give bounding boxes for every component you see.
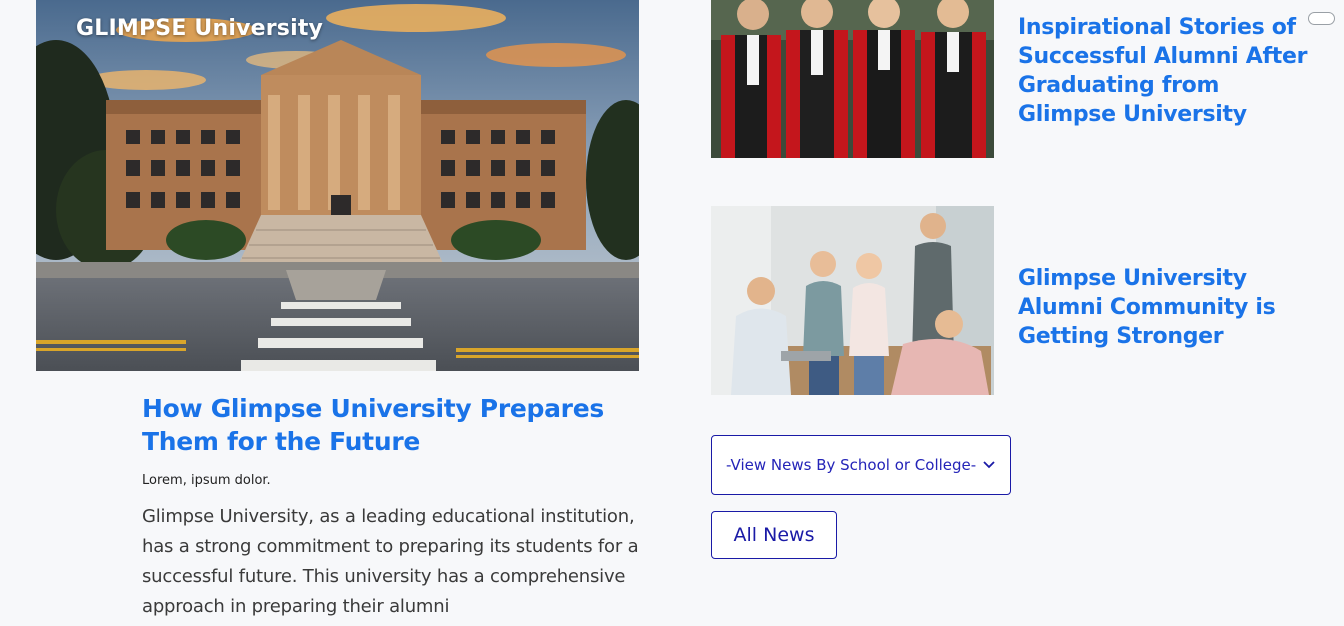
main-article-title[interactable]: How Glimpse University Prepares Them for… bbox=[142, 392, 652, 458]
graduates-photo bbox=[711, 0, 994, 158]
school-college-select-value: -View News By School or College- bbox=[726, 456, 977, 474]
hero-image: GLIMPSE University bbox=[36, 0, 639, 371]
chevron-down-icon bbox=[982, 458, 996, 472]
side-news-title-1[interactable]: Inspirational Stories of Successful Alum… bbox=[1018, 13, 1318, 129]
side-news-thumbnail-1[interactable] bbox=[711, 0, 994, 158]
toggle-switch[interactable] bbox=[1308, 12, 1335, 25]
side-news-thumbnail-2[interactable] bbox=[711, 206, 994, 395]
main-article-meta: Lorem, ipsum dolor. bbox=[142, 473, 271, 488]
main-article-excerpt: Glimpse University, as a leading educati… bbox=[142, 506, 639, 617]
students-meeting-photo bbox=[711, 206, 994, 395]
campus-building-photo bbox=[36, 0, 639, 371]
all-news-button[interactable]: All News bbox=[711, 511, 837, 559]
school-college-select[interactable]: -View News By School or College- bbox=[711, 435, 1011, 495]
side-news-title-2[interactable]: Glimpse University Alumni Community is G… bbox=[1018, 264, 1318, 351]
university-brand: GLIMPSE University bbox=[76, 16, 324, 41]
